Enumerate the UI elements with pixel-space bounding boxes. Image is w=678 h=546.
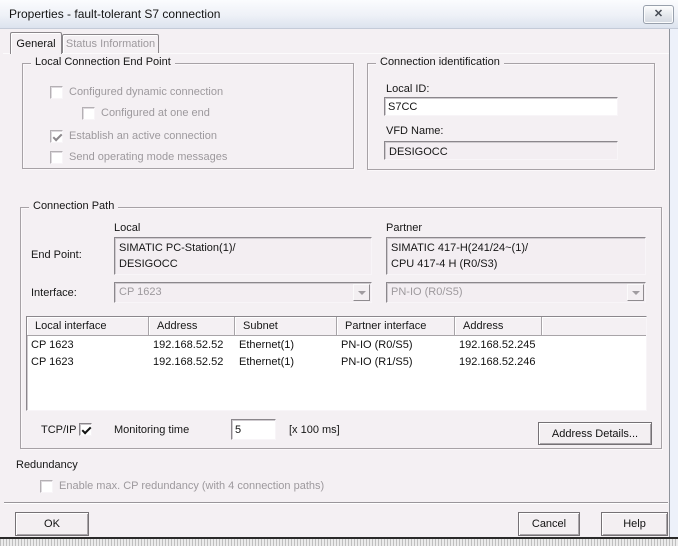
tab-general[interactable]: General — [10, 32, 62, 54]
check-icon — [53, 131, 63, 141]
address-details-button[interactable]: Address Details... — [538, 422, 652, 445]
column-header[interactable]: Partner interface — [337, 317, 455, 336]
local-end-point-line1: SIMATIC PC-Station(1)/ — [119, 240, 367, 256]
local-end-point-line2: DESIGOCC — [119, 256, 367, 272]
table-row[interactable]: CP 1623 192.168.52.52 Ethernet(1) PN-IO … — [27, 353, 646, 370]
cell-partner-interface: PN-IO (R1/S5) — [337, 356, 455, 368]
tab-page-edge — [3, 53, 669, 54]
local-id-label: Local ID: — [386, 83, 429, 95]
partner-end-point-line2: CPU 417-4 H (R0/S3) — [391, 256, 641, 272]
local-id-input[interactable] — [384, 97, 618, 116]
end-point-label: End Point: — [31, 249, 82, 261]
partner-column-header: Partner — [386, 222, 422, 234]
cell-subnet: Ethernet(1) — [235, 356, 337, 368]
checkbox-label: Configured dynamic connection — [69, 86, 223, 98]
checkbox-label: Enable max. CP redundancy (with 4 connec… — [59, 480, 324, 492]
group-title-connection-path: Connection Path — [29, 200, 118, 212]
table-header-row: Local interface Address Subnet Partner i… — [27, 317, 646, 336]
checkbox-box — [50, 130, 63, 143]
column-header[interactable]: Address — [455, 317, 542, 336]
checkbox-box — [40, 480, 53, 493]
column-header[interactable]: Subnet — [235, 317, 337, 336]
cell-partner-interface: PN-IO (R0/S5) — [337, 339, 455, 351]
chevron-down-icon — [358, 291, 366, 299]
local-interface-dropdown[interactable]: CP 1623 — [114, 282, 372, 303]
titlebar: Properties - fault-tolerant S7 connectio… — [0, 0, 678, 29]
ok-button[interactable]: OK — [15, 512, 89, 536]
dialog-bottom-edge — [0, 537, 678, 546]
group-title-connection-identification: Connection identification — [376, 56, 504, 68]
partner-end-point-field: SIMATIC 417-H(241/24~(1)/ CPU 417-4 H (R… — [386, 237, 646, 275]
close-button[interactable]: ✕ — [643, 5, 674, 24]
group-connection-identification: Connection identification Local ID: VFD … — [367, 63, 655, 170]
column-header[interactable]: Address — [149, 317, 235, 336]
checkbox-send-operating-mode-messages[interactable]: Send operating mode messages — [50, 150, 227, 164]
cell-partner-address: 192.168.52.245 — [455, 339, 542, 351]
checkbox-label: Configured at one end — [101, 107, 210, 119]
footer-divider — [4, 502, 668, 504]
tcpip-label: TCP/IP — [41, 424, 76, 436]
checkbox-box — [50, 151, 63, 164]
properties-dialog: Properties - fault-tolerant S7 connectio… — [0, 0, 678, 546]
group-connection-path: Connection Path Local Partner End Point:… — [20, 207, 662, 449]
checkbox-enable-cp-redundancy[interactable]: Enable max. CP redundancy (with 4 connec… — [40, 479, 324, 493]
monitoring-time-unit: [x 100 ms] — [289, 424, 340, 436]
cell-address: 192.168.52.52 — [149, 339, 235, 351]
dropdown-arrow-button[interactable] — [353, 284, 370, 301]
cancel-button[interactable]: Cancel — [518, 512, 580, 536]
cell-subnet: Ethernet(1) — [235, 339, 337, 351]
window-title: Properties - fault-tolerant S7 connectio… — [9, 7, 220, 21]
checkbox-tcpip[interactable] — [79, 422, 98, 436]
monitoring-time-label: Monitoring time — [114, 424, 189, 436]
cell-local-interface: CP 1623 — [27, 356, 149, 368]
check-icon — [82, 424, 92, 434]
checkbox-box — [50, 86, 63, 99]
checkbox-configured-at-one-end[interactable]: Configured at one end — [82, 106, 210, 120]
chevron-down-icon — [632, 291, 640, 299]
help-button[interactable]: Help — [601, 512, 668, 536]
column-header-stub — [542, 317, 646, 336]
partner-interface-value: PN-IO (R0/S5) — [391, 286, 463, 298]
vfd-name-label: VFD Name: — [386, 125, 443, 137]
group-local-connection-end-point: Local Connection End Point Configured dy… — [22, 63, 354, 169]
cell-partner-address: 192.168.52.246 — [455, 356, 542, 368]
tab-status-information[interactable]: Status Information — [62, 34, 159, 53]
monitoring-time-input[interactable] — [231, 419, 276, 440]
close-icon: ✕ — [654, 9, 663, 20]
checkbox-box — [82, 107, 95, 120]
local-column-header: Local — [114, 222, 140, 234]
checkbox-label: Send operating mode messages — [69, 151, 227, 163]
local-interface-value: CP 1623 — [119, 286, 162, 298]
checkbox-establish-active-connection[interactable]: Establish an active connection — [50, 129, 217, 143]
interfaces-table: Local interface Address Subnet Partner i… — [26, 316, 647, 411]
vfd-name-field: DESIGOCC — [384, 141, 618, 160]
interface-label: Interface: — [31, 287, 77, 299]
dialog-right-edge — [669, 29, 678, 537]
checkbox-label: Establish an active connection — [69, 130, 217, 142]
cell-local-interface: CP 1623 — [27, 339, 149, 351]
checkbox-box — [79, 423, 92, 436]
partner-interface-dropdown[interactable]: PN-IO (R0/S5) — [386, 282, 646, 303]
local-end-point-field: SIMATIC PC-Station(1)/ DESIGOCC — [114, 237, 372, 275]
cell-address: 192.168.52.52 — [149, 356, 235, 368]
group-title-local-end-point: Local Connection End Point — [31, 56, 175, 68]
checkbox-configured-dynamic-connection[interactable]: Configured dynamic connection — [50, 85, 223, 99]
dropdown-arrow-button[interactable] — [627, 284, 644, 301]
partner-end-point-line1: SIMATIC 417-H(241/24~(1)/ — [391, 240, 641, 256]
table-row[interactable]: CP 1623 192.168.52.52 Ethernet(1) PN-IO … — [27, 336, 646, 353]
column-header[interactable]: Local interface — [27, 317, 149, 336]
redundancy-label: Redundancy — [16, 459, 78, 471]
